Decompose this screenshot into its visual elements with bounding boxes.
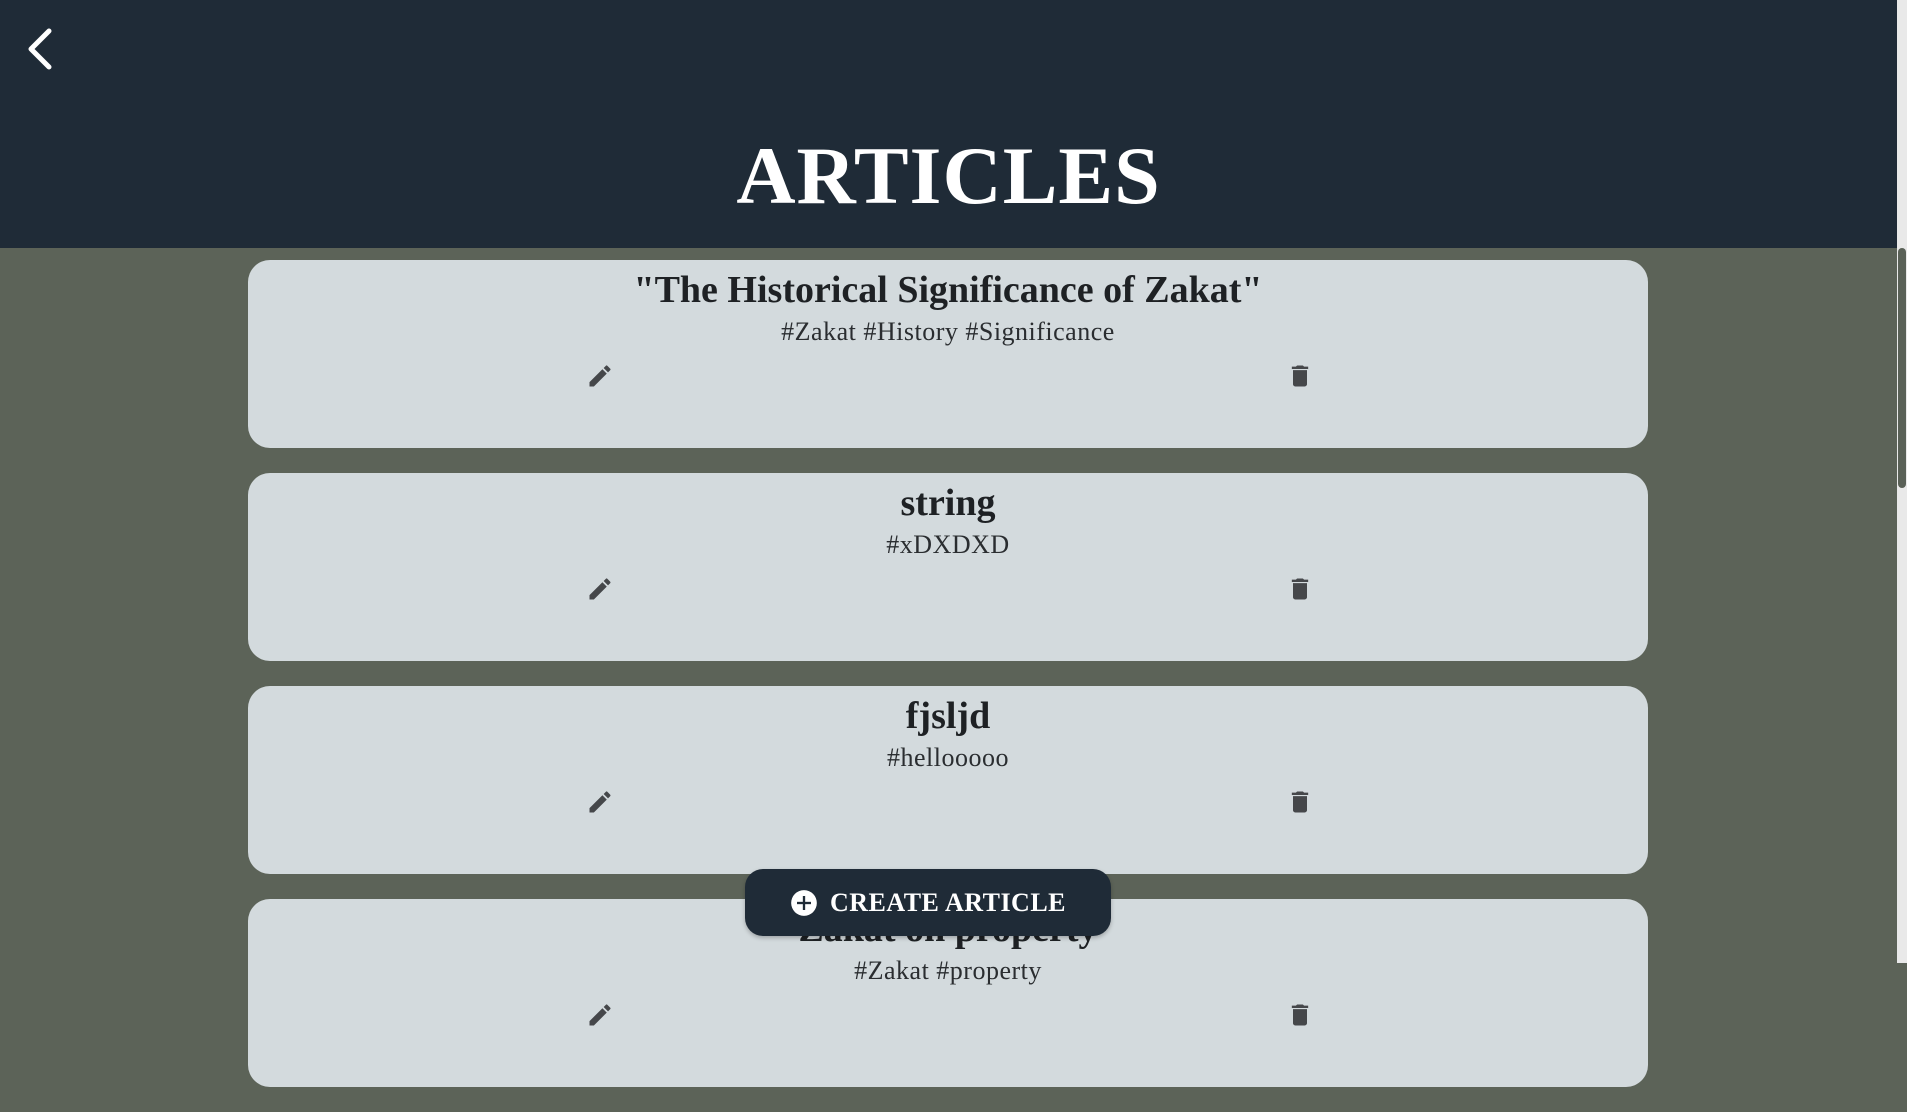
chevron-left-icon xyxy=(28,28,52,70)
scrollbar-thumb[interactable] xyxy=(1898,248,1906,488)
article-tags: #Zakat #History #Significance xyxy=(781,317,1115,346)
scrollbar[interactable] xyxy=(1897,0,1907,963)
pencil-icon xyxy=(589,791,611,813)
edit-button[interactable] xyxy=(582,571,618,607)
back-button[interactable] xyxy=(18,24,62,74)
pencil-icon xyxy=(589,578,611,600)
trash-icon xyxy=(1291,791,1309,813)
article-tags: #Zakat #property xyxy=(854,956,1042,985)
create-article-label: CREATE ARTICLE xyxy=(829,887,1067,917)
delete-button[interactable] xyxy=(1282,997,1318,1033)
delete-button[interactable] xyxy=(1282,571,1318,607)
app-header: ARTICLES xyxy=(0,0,1897,248)
trash-icon xyxy=(1291,1004,1309,1026)
article-list: "The Historical Significance of Zakat" #… xyxy=(248,260,1648,1112)
article-title: string xyxy=(900,482,996,524)
plus-circle-icon xyxy=(791,889,817,916)
trash-icon xyxy=(1291,578,1309,600)
delete-button[interactable] xyxy=(1282,784,1318,820)
edit-button[interactable] xyxy=(582,358,618,394)
pencil-icon xyxy=(589,365,611,387)
article-title: "The Historical Significance of Zakat" xyxy=(633,269,1263,311)
pencil-icon xyxy=(589,1004,611,1026)
article-tags: #xDXDXD xyxy=(886,530,1010,559)
create-article-button[interactable]: CREATE ARTICLE xyxy=(745,869,1111,936)
edit-button[interactable] xyxy=(582,784,618,820)
article-card: fjsljd #hellooooo xyxy=(248,686,1648,874)
delete-button[interactable] xyxy=(1282,358,1318,394)
article-title: fjsljd xyxy=(905,695,991,737)
trash-icon xyxy=(1291,365,1309,387)
article-card: "The Historical Significance of Zakat" #… xyxy=(248,260,1648,448)
edit-button[interactable] xyxy=(582,997,618,1033)
article-card: string #xDXDXD xyxy=(248,473,1648,661)
article-tags: #hellooooo xyxy=(887,743,1009,772)
page-title: ARTICLES xyxy=(736,130,1161,221)
